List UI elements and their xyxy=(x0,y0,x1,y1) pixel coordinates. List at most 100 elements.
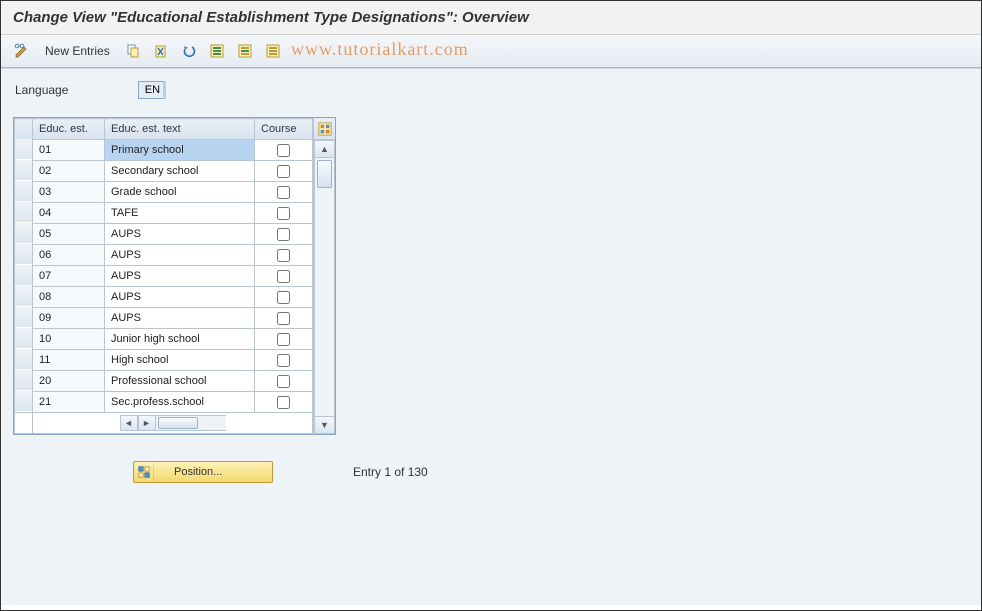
language-value-box[interactable]: EN xyxy=(138,81,166,99)
educ-est-code-cell[interactable] xyxy=(33,203,104,223)
course-checkbox[interactable] xyxy=(277,312,290,325)
educ-est-code-cell[interactable] xyxy=(33,287,104,307)
table-control: Educ. est. Educ. est. text Course ◄ ► xyxy=(13,117,336,435)
educ-est-code-cell[interactable] xyxy=(33,350,104,370)
course-checkbox[interactable] xyxy=(277,249,290,262)
educ-est-code-cell[interactable] xyxy=(33,371,104,391)
table-row xyxy=(15,329,313,350)
course-checkbox[interactable] xyxy=(277,186,290,199)
footer-row: Position... Entry 1 of 130 xyxy=(13,461,969,483)
table-row xyxy=(15,371,313,392)
educ-est-text-cell[interactable] xyxy=(105,182,254,202)
vertical-scrollbar[interactable]: ▲ ▼ xyxy=(314,140,335,434)
horizontal-scrollbar[interactable]: ◄ ► xyxy=(33,414,312,432)
educ-est-code-cell[interactable] xyxy=(33,392,104,412)
course-checkbox[interactable] xyxy=(277,396,290,409)
table-row xyxy=(15,287,313,308)
course-checkbox[interactable] xyxy=(277,207,290,220)
row-selector-button[interactable] xyxy=(15,223,32,243)
row-selector-button[interactable] xyxy=(15,349,32,369)
page-title: Change View "Educational Establishment T… xyxy=(13,9,969,26)
select-block-button[interactable] xyxy=(234,41,256,61)
language-row: Language EN xyxy=(13,77,969,117)
educ-est-text-cell[interactable] xyxy=(105,245,254,265)
data-grid: Educ. est. Educ. est. text Course ◄ ► xyxy=(14,118,313,434)
educ-est-code-cell[interactable] xyxy=(33,140,104,160)
table-row xyxy=(15,266,313,287)
course-checkbox[interactable] xyxy=(277,270,290,283)
language-label: Language xyxy=(15,83,68,97)
row-selector-button[interactable] xyxy=(15,328,32,348)
educ-est-code-cell[interactable] xyxy=(33,308,104,328)
deselect-all-button[interactable] xyxy=(262,41,284,61)
educ-est-code-cell[interactable] xyxy=(33,329,104,349)
select-all-button[interactable] xyxy=(206,41,228,61)
course-checkbox[interactable] xyxy=(277,375,290,388)
row-selector-button[interactable] xyxy=(15,370,32,390)
row-selector-header xyxy=(15,119,33,140)
copy-as-button[interactable] xyxy=(122,41,144,61)
educ-est-code-cell[interactable] xyxy=(33,224,104,244)
educ-est-code-cell[interactable] xyxy=(33,266,104,286)
educ-est-text-cell[interactable] xyxy=(105,287,254,307)
row-selector-button[interactable] xyxy=(15,244,32,264)
scroll-left-button[interactable]: ◄ xyxy=(120,415,138,431)
table-settings-button[interactable] xyxy=(314,118,335,140)
delete-button[interactable] xyxy=(150,41,172,61)
row-selector-button[interactable] xyxy=(15,139,32,159)
course-checkbox[interactable] xyxy=(277,165,290,178)
col-header-course[interactable]: Course xyxy=(255,119,313,140)
delete-icon xyxy=(153,43,169,59)
toggle-display-change-button[interactable] xyxy=(11,41,33,61)
educ-est-text-cell[interactable] xyxy=(105,140,254,160)
col-header-educ-est-text[interactable]: Educ. est. text xyxy=(105,119,255,140)
educ-est-code-cell[interactable] xyxy=(33,182,104,202)
educ-est-text-cell[interactable] xyxy=(105,266,254,286)
row-selector-button[interactable] xyxy=(15,265,32,285)
course-checkbox[interactable] xyxy=(277,228,290,241)
course-checkbox[interactable] xyxy=(277,291,290,304)
position-button[interactable]: Position... xyxy=(133,461,273,483)
scroll-right-button[interactable]: ► xyxy=(138,415,156,431)
course-checkbox[interactable] xyxy=(277,333,290,346)
col-header-educ-est[interactable]: Educ. est. xyxy=(33,119,105,140)
content-area: Language EN Educ. est. Educ. est. text C… xyxy=(1,68,981,605)
table-row xyxy=(15,203,313,224)
row-selector-button[interactable] xyxy=(15,160,32,180)
row-selector-button[interactable] xyxy=(15,307,32,327)
row-selector-button[interactable] xyxy=(15,286,32,306)
table-settings-icon xyxy=(318,122,332,136)
course-checkbox[interactable] xyxy=(277,144,290,157)
educ-est-text-cell[interactable] xyxy=(105,203,254,223)
educ-est-text-cell[interactable] xyxy=(105,371,254,391)
table-row xyxy=(15,245,313,266)
row-selector-button[interactable] xyxy=(15,181,32,201)
undo-button[interactable] xyxy=(178,41,200,61)
vscroll-track[interactable] xyxy=(314,158,335,416)
table-row xyxy=(15,350,313,371)
position-icon xyxy=(134,462,154,482)
educ-est-text-cell[interactable] xyxy=(105,161,254,181)
educ-est-text-cell[interactable] xyxy=(105,329,254,349)
row-selector-button[interactable] xyxy=(15,391,32,411)
hscroll-thumb[interactable] xyxy=(158,417,198,429)
language-value: EN xyxy=(145,84,160,96)
vscroll-thumb[interactable] xyxy=(317,160,332,188)
educ-est-code-cell[interactable] xyxy=(33,245,104,265)
educ-est-text-cell[interactable] xyxy=(105,224,254,244)
deselect-all-icon xyxy=(265,43,281,59)
title-bar: Change View "Educational Establishment T… xyxy=(1,1,981,35)
educ-est-text-cell[interactable] xyxy=(105,308,254,328)
application-toolbar: New Entries www.tutorialkart.com xyxy=(1,35,981,68)
select-all-icon xyxy=(209,43,225,59)
scroll-down-button[interactable]: ▼ xyxy=(314,416,335,434)
course-checkbox[interactable] xyxy=(277,354,290,367)
educ-est-text-cell[interactable] xyxy=(105,392,254,412)
educ-est-text-cell[interactable] xyxy=(105,350,254,370)
entry-counter-text: Entry 1 of 130 xyxy=(353,465,428,479)
new-entries-button[interactable]: New Entries xyxy=(39,41,116,61)
hscroll-track[interactable] xyxy=(156,415,226,431)
row-selector-button[interactable] xyxy=(15,202,32,222)
scroll-up-button[interactable]: ▲ xyxy=(314,140,335,158)
educ-est-code-cell[interactable] xyxy=(33,161,104,181)
